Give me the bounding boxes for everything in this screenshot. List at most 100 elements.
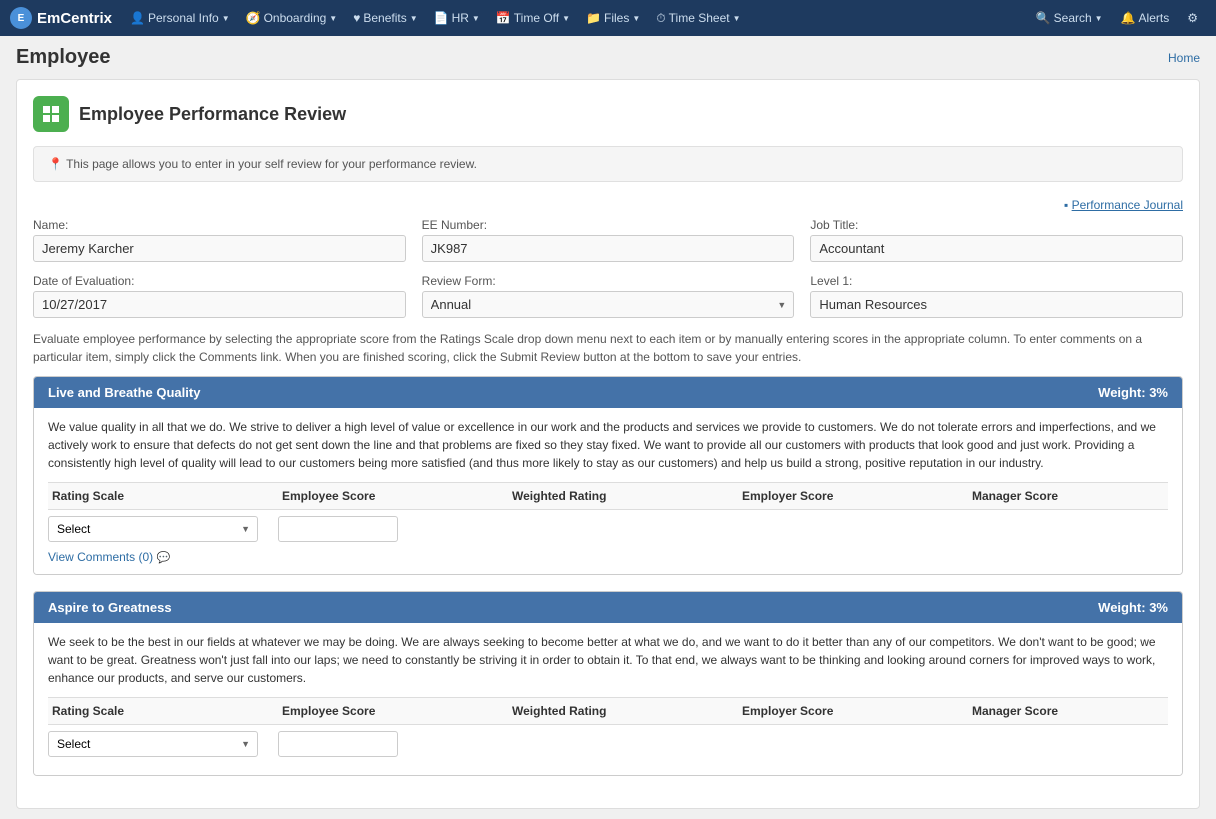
rating-scale-cell-0: Select — [48, 516, 278, 542]
form-group-review-form: Review Form: Annual — [422, 274, 795, 318]
benefits-icon: ♥ — [353, 11, 360, 25]
col-manager-score-0: Manager Score — [968, 489, 1168, 503]
nav-time-sheet[interactable]: ⏱ Time Sheet ▼ — [648, 0, 748, 36]
logo-icon: E — [10, 7, 32, 29]
form-group-job-title: Job Title: — [810, 218, 1183, 262]
nav-files[interactable]: 📁 Files ▼ — [578, 0, 648, 36]
nav-right: 🔍 Search ▼ 🔔 Alerts ⚙ — [1028, 0, 1206, 36]
search-icon: 🔍 — [1036, 11, 1051, 25]
gear-icon: ⚙ — [1187, 11, 1198, 25]
performance-review-icon — [33, 96, 69, 132]
perf-journal-anchor[interactable]: Performance Journal — [1072, 198, 1183, 212]
brand-name: EmCentrix — [37, 10, 112, 27]
review-form-select[interactable]: Annual — [422, 291, 795, 318]
perf-table-row-1: Select — [48, 731, 1168, 757]
hr-icon: 📄 — [434, 11, 449, 25]
page-title: Employee — [16, 46, 110, 69]
col-manager-score-1: Manager Score — [968, 704, 1168, 718]
perf-section-title-0: Live and Breathe Quality — [48, 385, 200, 400]
nav-benefits[interactable]: ♥ Benefits ▼ — [345, 0, 425, 36]
nav-time-off[interactable]: 📅 Time Off ▼ — [488, 0, 578, 36]
form-row-1: Name: EE Number: Job Title: — [33, 218, 1183, 262]
chevron-down-icon: ▼ — [222, 14, 230, 23]
navbar: E EmCentrix 👤 Personal Info ▼ 🧭 Onboardi… — [0, 0, 1216, 36]
ee-number-label: EE Number: — [422, 218, 795, 232]
onboarding-icon: 🧭 — [246, 11, 261, 25]
col-weighted-rating-1: Weighted Rating — [508, 704, 738, 718]
perf-section-body-0: We value quality in all that we do. We s… — [34, 408, 1182, 574]
form-group-name: Name: — [33, 218, 406, 262]
chevron-down-icon: ▼ — [472, 14, 480, 23]
chevron-down-icon: ▼ — [733, 14, 741, 23]
section-title: Employee Performance Review — [79, 104, 346, 125]
perf-section-desc-0: We value quality in all that we do. We s… — [48, 418, 1168, 472]
personal-info-icon: 👤 — [130, 11, 145, 25]
page-header: Employee Home — [16, 46, 1200, 69]
notice-box: 📍 This page allows you to enter in your … — [33, 146, 1183, 182]
review-form-label: Review Form: — [422, 274, 795, 288]
time-sheet-icon: ⏱ — [656, 11, 665, 26]
rating-scale-select-wrapper-0: Select — [48, 516, 258, 542]
time-off-icon: 📅 — [496, 11, 511, 25]
perf-section-header-1: Aspire to Greatness Weight: 3% — [34, 592, 1182, 623]
perf-table-header-0: Rating Scale Employee Score Weighted Rat… — [48, 482, 1168, 510]
name-label: Name: — [33, 218, 406, 232]
bell-icon: 🔔 — [1121, 11, 1136, 25]
review-form-select-wrapper: Annual — [422, 291, 795, 318]
perf-section-header-0: Live and Breathe Quality Weight: 3% — [34, 377, 1182, 408]
ee-number-input[interactable] — [422, 235, 795, 262]
employee-score-cell-1 — [278, 731, 508, 757]
chevron-down-icon: ▼ — [410, 14, 418, 23]
chevron-down-icon: ▼ — [632, 14, 640, 23]
rating-scale-cell-1: Select — [48, 731, 278, 757]
col-employee-score-0: Employee Score — [278, 489, 508, 503]
employee-score-input-1[interactable] — [278, 731, 398, 757]
name-input[interactable] — [33, 235, 406, 262]
chevron-down-icon: ▼ — [1095, 14, 1103, 23]
files-icon: 📁 — [586, 11, 601, 25]
rating-scale-select-1[interactable]: Select — [48, 731, 258, 757]
section-header: Employee Performance Review — [33, 96, 1183, 132]
perf-section-desc-1: We seek to be the best in our fields at … — [48, 633, 1168, 687]
level1-label: Level 1: — [810, 274, 1183, 288]
nav-alerts[interactable]: 🔔 Alerts — [1113, 0, 1178, 36]
job-title-input[interactable] — [810, 235, 1183, 262]
journal-icon: ▪ — [1064, 198, 1068, 212]
col-rating-scale-1: Rating Scale — [48, 704, 278, 718]
notice-icon: 📍 — [48, 157, 63, 171]
col-weighted-rating-0: Weighted Rating — [508, 489, 738, 503]
perf-section-body-1: We seek to be the best in our fields at … — [34, 623, 1182, 775]
brand-logo[interactable]: E EmCentrix — [10, 7, 112, 29]
chevron-down-icon: ▼ — [329, 14, 337, 23]
nav-onboarding[interactable]: 🧭 Onboarding ▼ — [238, 0, 346, 36]
form-group-ee-number: EE Number: — [422, 218, 795, 262]
nav-personal-info[interactable]: 👤 Personal Info ▼ — [122, 0, 238, 36]
form-row-2: Date of Evaluation: Review Form: Annual … — [33, 274, 1183, 318]
perf-journal-link: ▪ Performance Journal — [33, 198, 1183, 212]
perf-section-weight-1: Weight: 3% — [1098, 600, 1168, 615]
main-card: Employee Performance Review 📍 This page … — [16, 79, 1200, 809]
level1-input[interactable] — [810, 291, 1183, 318]
col-rating-scale-0: Rating Scale — [48, 489, 278, 503]
nav-hr[interactable]: 📄 HR ▼ — [426, 0, 488, 36]
employee-score-cell-0 — [278, 516, 508, 542]
breadcrumb-home[interactable]: Home — [1168, 51, 1200, 65]
view-comments-0[interactable]: View Comments (0) 💬 — [48, 550, 1168, 564]
comment-icon-0: 💬 — [156, 552, 170, 564]
form-group-level1: Level 1: — [810, 274, 1183, 318]
perf-table-row-0: Select — [48, 516, 1168, 542]
chevron-down-icon: ▼ — [562, 14, 570, 23]
job-title-label: Job Title: — [810, 218, 1183, 232]
employee-score-input-0[interactable] — [278, 516, 398, 542]
form-group-date-eval: Date of Evaluation: — [33, 274, 406, 318]
nav-settings[interactable]: ⚙ — [1179, 0, 1206, 36]
perf-section-1: Aspire to Greatness Weight: 3% We seek t… — [33, 591, 1183, 776]
perf-section-0: Live and Breathe Quality Weight: 3% We v… — [33, 376, 1183, 575]
rating-scale-select-wrapper-1: Select — [48, 731, 258, 757]
perf-section-title-1: Aspire to Greatness — [48, 600, 172, 615]
date-eval-label: Date of Evaluation: — [33, 274, 406, 288]
page-container: Employee Home Employee Performance Revie… — [0, 36, 1216, 819]
rating-scale-select-0[interactable]: Select — [48, 516, 258, 542]
nav-search[interactable]: 🔍 Search ▼ — [1028, 0, 1111, 36]
date-eval-input[interactable] — [33, 291, 406, 318]
